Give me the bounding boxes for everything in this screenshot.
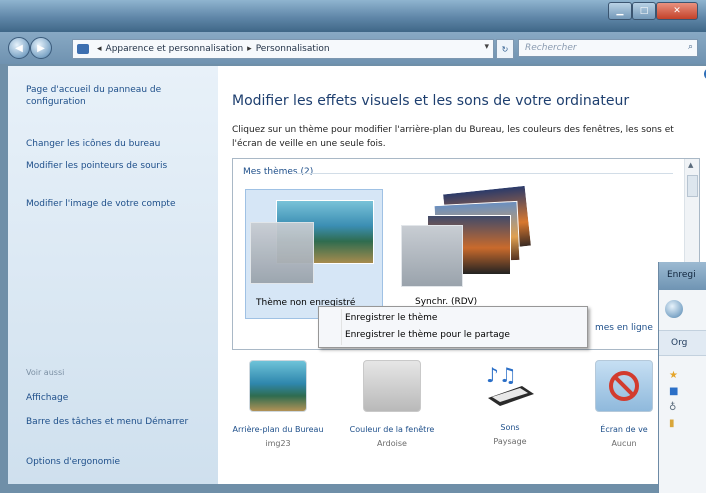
arrow-left-icon: ◀ (15, 42, 23, 54)
breadcrumb-personalization[interactable]: Personnalisation (256, 44, 330, 54)
window-color-setting[interactable]: Couleur de la fenêtre Ardoise (346, 360, 438, 448)
dialog-back-button[interactable] (665, 300, 683, 318)
close-button[interactable]: ✕ (656, 2, 698, 20)
sounds-setting[interactable]: ♪♫ Sons Paysage (464, 360, 556, 446)
title-bar: ▁ □ ✕ (0, 0, 706, 32)
dialog-title: Enregi (659, 262, 706, 290)
refresh-button[interactable]: ↻ (496, 39, 514, 59)
back-button[interactable]: ◀ (8, 37, 30, 59)
minimize-button[interactable]: ▁ (608, 2, 632, 20)
sidebar-home-link[interactable]: Page d'accueil du panneau de configurati… (26, 84, 206, 108)
star-icon: ★ (669, 370, 678, 381)
prohibited-icon (609, 371, 639, 401)
setting-title: Écran de ve (600, 425, 648, 434)
chevron-down-icon[interactable]: ▾ (484, 42, 489, 52)
control-panel-icon (77, 44, 89, 54)
svg-text:♪♫: ♪♫ (486, 363, 517, 387)
menu-item-save-theme[interactable]: Enregistrer le thème (345, 313, 437, 323)
sounds-icon: ♪♫ (482, 360, 538, 410)
desktop-background-setting[interactable]: Arrière-plan du Bureau img23 (232, 360, 324, 448)
setting-value: Ardoise (377, 439, 407, 448)
scroll-up-icon[interactable]: ▲ (688, 161, 693, 169)
see-also-taskbar[interactable]: Barre des tâches et menu Démarrer (26, 416, 206, 428)
setting-title: Arrière-plan du Bureau (232, 425, 324, 434)
search-placeholder: Rechercher (525, 43, 577, 53)
screen-saver-icon (595, 360, 653, 412)
folder-icon: ▮ (669, 418, 675, 429)
folder-icon: ■ (669, 386, 679, 397)
maximize-icon: □ (639, 6, 649, 16)
maximize-button[interactable]: □ (632, 2, 656, 20)
chevron-right-icon: ◂ (97, 44, 102, 54)
theme-tile-sync[interactable]: Synchr. (RDV) (393, 184, 533, 309)
setting-title: Sons (500, 423, 520, 432)
sidebar-link-account-picture[interactable]: Modifier l'image de votre compte (26, 198, 206, 210)
more-themes-online-link[interactable]: mes en ligne (595, 323, 653, 333)
menu-gutter (341, 309, 342, 345)
sidebar-link-desktop-icons[interactable]: Changer les icônes du bureau (26, 138, 206, 150)
network-icon: ♁ (669, 402, 677, 413)
menu-item-save-theme-for-sharing[interactable]: Enregistrer le thème pour le partage (345, 330, 510, 340)
forward-button[interactable]: ▶ (30, 37, 52, 59)
save-dialog: Enregi Org ★ ■ ♁ ▮ (658, 262, 706, 493)
close-icon: ✕ (673, 6, 681, 16)
see-also-heading: Voir aussi (26, 368, 65, 377)
music-note-icon: ♪♫ (486, 363, 534, 406)
minimize-icon: ▁ (616, 6, 624, 16)
my-themes-group-label: Mes thèmes (2) (243, 167, 314, 177)
page-title: Modifier les effets visuels et les sons … (232, 93, 630, 109)
address-bar[interactable]: ◂ Apparence et personnalisation ▸ Person… (72, 39, 494, 59)
search-icon: ⌕ (687, 42, 693, 52)
scroll-thumb[interactable] (687, 175, 698, 197)
organize-button[interactable]: Org (659, 330, 706, 356)
theme-color-swatch (401, 225, 463, 287)
see-also-display[interactable]: Affichage (26, 392, 206, 404)
see-also-ease-of-access[interactable]: Options d'ergonomie (26, 456, 206, 468)
sidebar-link-mouse-pointers[interactable]: Modifier les pointeurs de souris (26, 160, 206, 172)
desktop-background-icon (249, 360, 307, 412)
breadcrumb-appearance[interactable]: Apparence et personnalisation (106, 44, 244, 54)
theme-tile-unsaved[interactable]: Thème non enregistré (245, 189, 383, 319)
chevron-right-icon: ▸ (247, 44, 252, 54)
group-divider (293, 173, 673, 174)
arrow-right-icon: ▶ (37, 42, 45, 54)
setting-value: Aucun (611, 439, 637, 448)
search-input[interactable]: Rechercher ⌕ (518, 39, 698, 57)
main-content: Modifier les effets visuels et les sons … (218, 66, 706, 484)
theme-settings-row: Arrière-plan du Bureau img23 Couleur de … (218, 360, 706, 480)
setting-value: img23 (265, 439, 291, 448)
setting-title: Couleur de la fenêtre (349, 425, 435, 434)
sidebar: Page d'accueil du panneau de configurati… (8, 66, 218, 484)
window-color-icon (363, 360, 421, 412)
context-menu: Enregistrer le thème Enregistrer le thèm… (318, 306, 588, 348)
theme-color-swatch (250, 222, 314, 284)
screen-saver-setting[interactable]: Écran de ve Aucun (578, 360, 670, 448)
page-description: Cliquez sur un thème pour modifier l'arr… (232, 125, 674, 149)
refresh-icon: ↻ (501, 44, 509, 54)
navigation-bar: ◀ ▶ ◂ Apparence et personnalisation ▸ Pe… (0, 32, 706, 64)
setting-value: Paysage (493, 437, 527, 446)
